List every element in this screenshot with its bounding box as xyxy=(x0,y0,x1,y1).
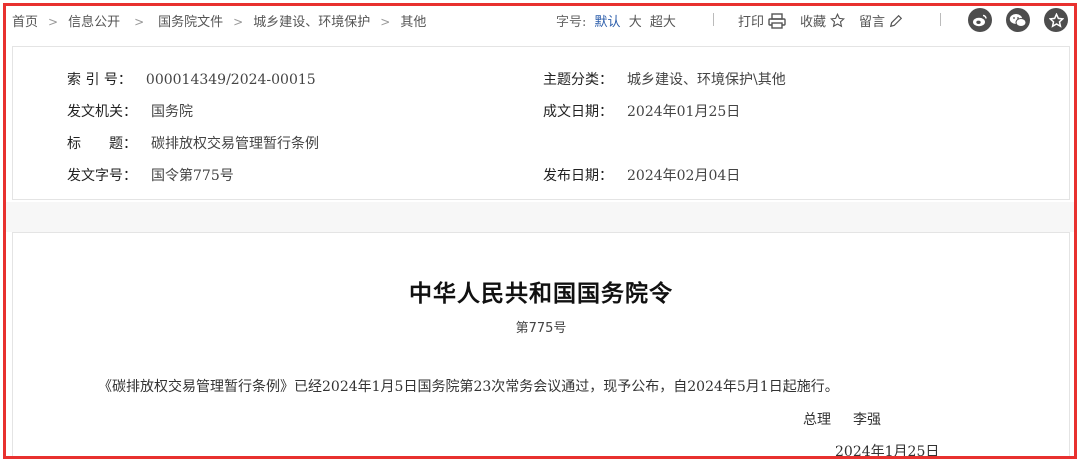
meta-issuer-row: 发文机关： 国务院 xyxy=(67,101,193,121)
meta-written-date-value: 2024年01月25日 xyxy=(627,104,741,120)
favorite-star-icon[interactable] xyxy=(1044,8,1068,32)
comment-button[interactable]: 留言 xyxy=(859,11,903,30)
meta-category-row: 主题分类： 城乡建设、环境保护\其他 xyxy=(543,69,786,89)
meta-index-value: 000014349/2024-00015 xyxy=(145,72,316,88)
weibo-icon[interactable] xyxy=(968,8,992,32)
breadcrumb-separator: > xyxy=(48,15,59,29)
font-size-extra-large[interactable]: 超大 xyxy=(650,15,676,30)
breadcrumb-state-council-docs[interactable]: 国务院文件 xyxy=(158,11,223,30)
document-signature: 总理 李强 xyxy=(803,409,881,429)
meta-title-row: 标 题： 碳排放权交易管理暂行条例 xyxy=(67,133,319,153)
meta-doc-no-value: 国令第775号 xyxy=(151,168,234,184)
breadcrumb-separator: > xyxy=(134,15,145,29)
breadcrumb: 首页 > 信息公开 > 国务院文件 > 城乡建设、环境保护 > 其他 xyxy=(12,11,426,30)
meta-issuer-value: 国务院 xyxy=(151,104,193,120)
meta-index-row: 索 引 号： 000014349/2024-00015 xyxy=(67,69,316,89)
print-label: 打印 xyxy=(738,15,765,30)
document-number: 第775号 xyxy=(515,321,567,336)
meta-publish-date-value: 2024年02月04日 xyxy=(627,168,741,184)
meta-doc-no-label: 发文字号： xyxy=(67,168,137,184)
document-date: 2024年1月25日 xyxy=(835,444,940,459)
meta-publish-date-row: 发布日期： 2024年02月04日 xyxy=(543,165,740,185)
meta-category-label: 主题分类： xyxy=(543,72,613,88)
breadcrumb-urban-environment[interactable]: 城乡建设、环境保护 xyxy=(253,11,370,30)
toolbar-divider xyxy=(713,13,714,26)
print-button[interactable]: 打印 xyxy=(738,11,786,30)
meta-written-date-row: 成文日期： 2024年01月25日 xyxy=(543,101,740,121)
document-body-paragraph: 《碳排放权交易管理暂行条例》已经2024年1月5日国务院第23次常务会议通过，现… xyxy=(98,379,839,395)
font-size-default[interactable]: 默认 xyxy=(595,15,621,30)
meta-issuer-label: 发文机关： xyxy=(67,104,137,120)
font-size-switcher: 字号: 默认 大 超大 xyxy=(556,11,676,30)
meta-written-date-label: 成文日期： xyxy=(543,104,613,120)
document-content: 中华人民共和国国务院令 第775号 《碳排放权交易管理暂行条例》已经2024年1… xyxy=(12,232,1070,459)
meta-title-value: 碳排放权交易管理暂行条例 xyxy=(151,136,319,152)
document-meta-panel: 索 引 号： 000014349/2024-00015 主题分类： 城乡建设、环境保… xyxy=(12,46,1070,200)
document-title: 中华人民共和国国务院令 xyxy=(409,280,673,307)
font-size-large[interactable]: 大 xyxy=(629,15,642,30)
breadcrumb-info-public[interactable]: 信息公开 xyxy=(68,11,120,30)
top-toolbar: 首页 > 信息公开 > 国务院文件 > 城乡建设、环境保护 > 其他 字号: 默认 大 超大 打… xyxy=(6,6,1074,36)
page-frame: 首页 > 信息公开 > 国务院文件 > 城乡建设、环境保护 > 其他 字号: 默认 大 超大 打… xyxy=(3,3,1077,459)
page-tools: 打印 收藏 留言 xyxy=(738,11,917,30)
comment-label: 留言 xyxy=(859,15,886,30)
printer-icon xyxy=(768,12,786,29)
meta-doc-no-row: 发文字号： 国令第775号 xyxy=(67,165,234,185)
pen-icon xyxy=(889,14,903,27)
meta-index-label: 索 引 号： xyxy=(67,72,132,88)
breadcrumb-separator: > xyxy=(380,15,391,29)
breadcrumb-separator: > xyxy=(233,15,244,29)
section-gap xyxy=(6,202,1074,232)
star-outline-icon xyxy=(830,13,846,28)
social-share xyxy=(968,8,1074,32)
meta-category-value: 城乡建设、环境保护\其他 xyxy=(627,72,786,88)
meta-publish-date-label: 发布日期： xyxy=(543,168,613,184)
breadcrumb-other[interactable]: 其他 xyxy=(400,11,426,30)
wechat-icon[interactable] xyxy=(1006,8,1030,32)
font-size-label: 字号: xyxy=(556,15,587,30)
favorite-button[interactable]: 收藏 xyxy=(800,11,846,30)
favorite-label: 收藏 xyxy=(800,15,827,30)
breadcrumb-home[interactable]: 首页 xyxy=(12,11,38,30)
signer-name: 李强 xyxy=(853,412,881,428)
meta-title-label: 标 题： xyxy=(67,136,137,152)
signer-title: 总理 xyxy=(803,412,831,428)
toolbar-divider xyxy=(940,13,941,26)
